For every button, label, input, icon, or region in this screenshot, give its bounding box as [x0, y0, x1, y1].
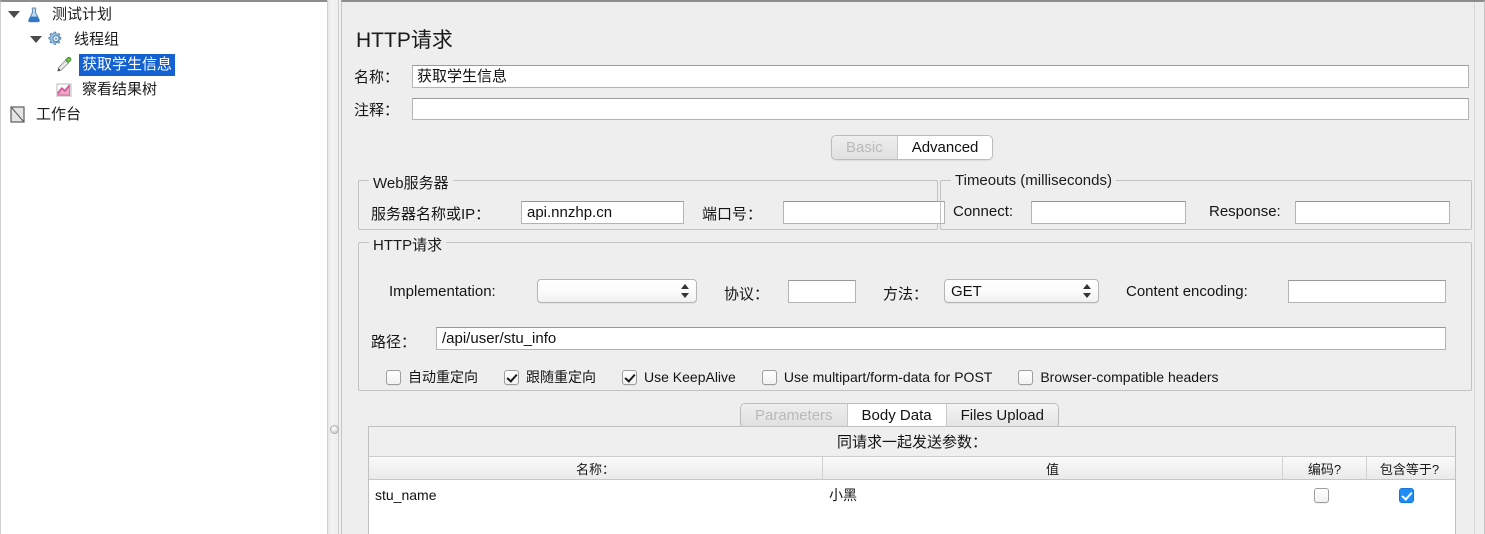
chevron-updown-icon: [1082, 284, 1092, 298]
timeouts-group: Timeouts (milliseconds) Connect: Respons…: [940, 172, 1472, 230]
comment-input[interactable]: [412, 98, 1469, 120]
name-input[interactable]: 获取学生信息: [412, 65, 1469, 88]
cell-param-value[interactable]: 小黑: [823, 480, 1283, 510]
page-icon: [7, 104, 29, 126]
content-encoding-label: Content encoding:: [1126, 283, 1248, 300]
path-label: 路径：: [371, 334, 417, 351]
name-field-row: 名称： 获取学生信息: [354, 65, 1471, 88]
tab-parameters[interactable]: Parameters: [741, 404, 848, 427]
checkbox-box[interactable]: [386, 369, 401, 385]
web-server-group: Web服务器 服务器名称或IP： api.nnzhp.cn 端口号：: [358, 172, 945, 230]
content-encoding-input[interactable]: [1288, 280, 1446, 303]
column-header-encode[interactable]: 编码?: [1283, 457, 1367, 479]
checkbox-auto-redirect[interactable]: 自动重定向: [386, 367, 478, 387]
http-request-editor: HTTP请求 名称： 获取学生信息 注释： Basic Advanced Web…: [341, 0, 1485, 534]
response-timeout-input[interactable]: [1295, 201, 1450, 224]
tab-advanced[interactable]: Advanced: [897, 136, 993, 159]
comment-label: 注释：: [354, 101, 400, 119]
checkbox-label: 跟随重定向: [526, 369, 596, 385]
tree-item-label: 线程组: [74, 30, 120, 48]
checkbox-box[interactable]: [1018, 369, 1034, 385]
tree-item-label: 工作台: [36, 105, 82, 123]
method-select[interactable]: GET: [944, 279, 1099, 303]
cell-param-name[interactable]: stu_name: [369, 480, 823, 510]
twisty-expanded-icon[interactable]: [5, 4, 23, 26]
tree-item-workbench[interactable]: 工作台: [1, 102, 327, 127]
splitter-grip-handle[interactable]: [330, 425, 339, 434]
tree-item-view-results-tree[interactable]: 察看结果树: [1, 77, 327, 102]
test-plan-tree[interactable]: 测试计划 线程组 获取学生信息 察看结果树 工作台: [0, 0, 327, 534]
checkbox-include-equals[interactable]: [1398, 487, 1414, 503]
cell-param-encode[interactable]: [1283, 480, 1367, 510]
checkbox-browser-compatible-headers[interactable]: Browser-compatible headers: [1018, 369, 1219, 385]
checkbox-box[interactable]: [761, 369, 777, 385]
tab-files-upload[interactable]: Files Upload: [946, 404, 1058, 427]
connect-timeout-label: Connect:: [953, 203, 1014, 220]
timeouts-group-title: Timeouts (milliseconds): [951, 172, 1116, 189]
response-timeout-label: Response:: [1209, 203, 1281, 220]
parameters-table-header: 名称： 值 编码? 包含等于?: [369, 457, 1455, 480]
tree-item-test-plan[interactable]: 测试计划: [1, 2, 327, 27]
cell-param-include-equals[interactable]: [1367, 480, 1452, 510]
tree-item-thread-group[interactable]: 线程组: [1, 27, 327, 52]
method-label: 方法：: [883, 286, 929, 303]
tree-item-label: 获取学生信息: [79, 53, 176, 76]
checkbox-label: Use KeepAlive: [644, 369, 736, 385]
checkbox-follow-redirect[interactable]: 跟随重定向: [504, 367, 596, 387]
implementation-select[interactable]: [537, 279, 697, 303]
path-input[interactable]: /api/user/stu_info: [436, 327, 1446, 350]
tree-item-label: 察看结果树: [82, 80, 158, 98]
checkbox-box[interactable]: [504, 369, 519, 385]
gear-icon: [45, 29, 67, 51]
checkbox-label: Use multipart/form-data for POST: [783, 369, 993, 385]
parameters-table-area: 同请求一起发送参数： 名称： 值 编码? 包含等于? stu_name 小黑: [368, 426, 1456, 534]
right-panel-edge: [1474, 2, 1484, 534]
checkbox-label: Browser-compatible headers: [1040, 369, 1219, 385]
server-host-label: 服务器名称或IP：: [371, 206, 491, 223]
web-server-group-title: Web服务器: [369, 172, 453, 193]
parameters-caption: 同请求一起发送参数：: [369, 427, 1455, 457]
protocol-label: 协议：: [724, 286, 770, 303]
server-port-input[interactable]: [783, 201, 945, 224]
chevron-updown-icon: [680, 284, 690, 298]
checkbox-box[interactable]: [622, 369, 637, 385]
column-header-name[interactable]: 名称：: [369, 457, 823, 479]
panel-splitter[interactable]: [327, 0, 339, 534]
column-header-include-equals[interactable]: 包含等于?: [1367, 457, 1452, 479]
checkbox-label: 自动重定向: [408, 369, 478, 385]
tab-basic[interactable]: Basic: [832, 136, 898, 159]
twisty-expanded-icon[interactable]: [27, 29, 45, 51]
tree-item-http-request[interactable]: 获取学生信息: [1, 52, 327, 77]
checkbox-use-multipart[interactable]: Use multipart/form-data for POST: [761, 369, 993, 385]
basic-advanced-tabbar[interactable]: Basic Advanced: [831, 135, 994, 160]
flask-icon: [23, 4, 45, 26]
comment-field-row: 注释：: [354, 98, 1471, 120]
table-row[interactable]: stu_name 小黑: [369, 480, 1455, 510]
checkbox-encode[interactable]: [1314, 487, 1329, 503]
tree-item-label: 测试计划: [52, 5, 113, 23]
http-options-checkbox-row: 自动重定向 跟随重定向 Use KeepAlive Use multipart/…: [386, 367, 1245, 387]
checkbox-use-keepalive[interactable]: Use KeepAlive: [622, 369, 736, 385]
protocol-input[interactable]: [788, 280, 856, 303]
name-label: 名称：: [354, 69, 400, 86]
column-header-value[interactable]: 值: [823, 457, 1283, 479]
page-title: HTTP请求: [356, 29, 453, 52]
parameters-tabbar[interactable]: Parameters Body Data Files Upload: [740, 403, 1059, 428]
implementation-label: Implementation:: [389, 283, 496, 300]
tab-body-data[interactable]: Body Data: [847, 404, 947, 427]
server-port-label: 端口号：: [702, 206, 763, 223]
connect-timeout-input[interactable]: [1031, 201, 1186, 224]
server-host-input[interactable]: api.nnzhp.cn: [521, 201, 684, 224]
jmeter-window: 测试计划 线程组 获取学生信息 察看结果树 工作台 HTTP请求 名称： 获取学…: [0, 0, 1485, 534]
chart-icon: [53, 79, 75, 101]
http-request-group-title: HTTP请求: [369, 234, 447, 255]
method-value: GET: [951, 282, 982, 300]
pipette-icon: [53, 54, 75, 76]
